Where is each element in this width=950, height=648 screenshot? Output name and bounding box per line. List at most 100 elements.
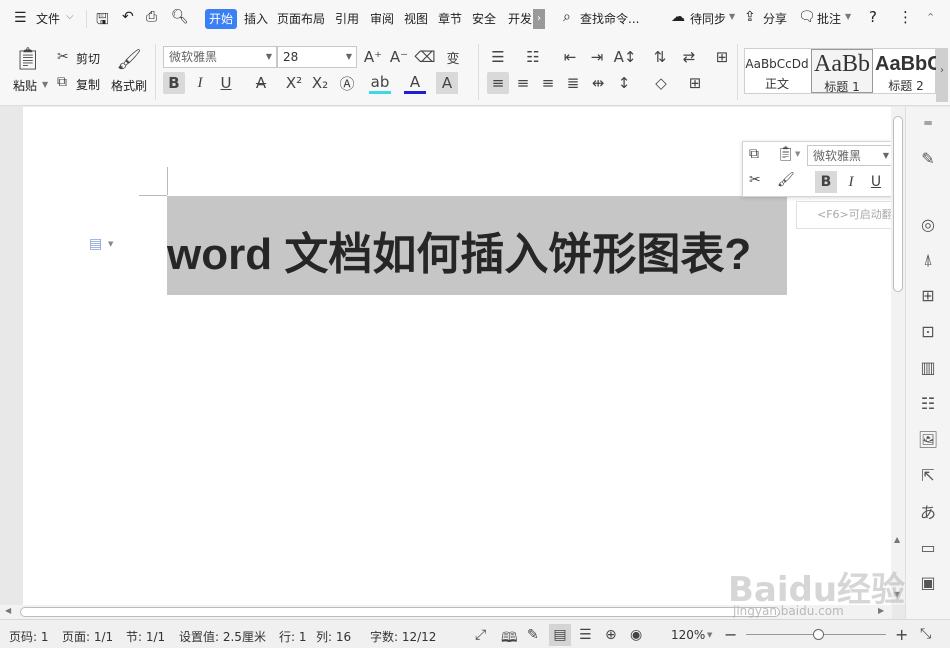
scroll-left-icon[interactable]: ◀ (5, 606, 11, 615)
decrease-indent-icon[interactable]: ⇤ (559, 46, 581, 68)
show-marks-icon[interactable]: ⇄ (678, 46, 700, 68)
settings-sliders-icon[interactable]: ☷ (912, 391, 944, 415)
status-page-count[interactable]: 页面: 1/1 (62, 628, 113, 645)
bold-icon[interactable]: B (815, 171, 837, 193)
comment-button[interactable]: 批注 (817, 10, 841, 27)
text-effect-icon[interactable]: Ⓐ (336, 72, 358, 94)
clear-format-icon[interactable]: ⌫ (414, 46, 436, 68)
table-border-icon[interactable]: ⊞ (711, 46, 733, 68)
outline-view-icon[interactable]: ☰ (579, 627, 592, 643)
reading-mode-icon[interactable]: 🕮 (501, 627, 518, 648)
paste-icon[interactable]: 📋︎ (14, 46, 42, 72)
fit-page-icon[interactable]: ⤡ (920, 626, 931, 642)
font-color-icon[interactable]: A (404, 72, 426, 94)
paste-icon[interactable]: 📋︎ (777, 146, 795, 162)
share-button[interactable]: 分享 (763, 10, 787, 27)
format-icon[interactable]: ⍋ (912, 248, 944, 272)
pane-grip-icon[interactable]: ═ (912, 111, 944, 135)
align-center-icon[interactable]: ≡ (512, 72, 534, 94)
format-painter-icon[interactable]: 🖌︎ (116, 46, 141, 72)
tab-review[interactable]: 审阅 (370, 10, 394, 27)
strikethrough-icon[interactable]: A (250, 72, 272, 94)
chevron-down-icon[interactable]: ▼ (42, 80, 48, 89)
style-icon[interactable]: ◎ (912, 212, 944, 236)
bullet-list-icon[interactable]: ☰ (487, 46, 509, 68)
status-section[interactable]: 节: 1/1 (126, 628, 165, 645)
tab-insert[interactable]: 插入 (244, 10, 268, 27)
distributed-align-icon[interactable]: ⇹ (587, 72, 609, 94)
document-title-text[interactable]: word 文档如何插入饼形图表? (167, 218, 751, 282)
sort-icon[interactable]: ⇅ (649, 46, 671, 68)
borders-icon[interactable]: ⊞ (684, 72, 706, 94)
tab-references[interactable]: 引用 (335, 10, 359, 27)
table-icon[interactable]: ⊞ (912, 283, 944, 307)
chevron-down-icon[interactable]: ▼ (108, 240, 113, 248)
tab-chapter[interactable]: 章节 (438, 10, 462, 27)
copy-icon[interactable]: ⧉ (749, 146, 759, 162)
chevron-down-icon[interactable]: ▼ (795, 150, 800, 158)
chevron-down-icon[interactable]: ⌵ (66, 11, 74, 22)
tabs-scroll-right-icon[interactable]: › (533, 9, 545, 29)
vertical-scroll-thumb[interactable] (893, 116, 903, 292)
phonetic-guide-icon[interactable]: 变 (442, 46, 464, 68)
cloud-sync-icon[interactable]: ☁ (671, 9, 685, 25)
print-preview-icon[interactable]: 🔍︎ (171, 9, 189, 25)
highlight-color-icon[interactable]: ab (369, 72, 391, 94)
more-options-button[interactable]: ⋮ (898, 8, 913, 26)
horizontal-scroll-thumb[interactable] (20, 607, 780, 617)
underline-icon[interactable]: U (215, 72, 237, 94)
save-icon[interactable]: 🖫 (96, 9, 109, 34)
archive-icon[interactable]: ▭ (912, 535, 944, 559)
bold-icon[interactable]: B (163, 72, 185, 94)
pen-icon[interactable]: ✎ (912, 146, 944, 170)
zoom-out-icon[interactable]: − (724, 625, 737, 644)
font-size-increase-icon[interactable]: A⁺ (362, 46, 384, 68)
fullscreen-icon[interactable]: ⤢ (475, 627, 486, 643)
text-direction-icon[interactable]: A↕ (614, 46, 637, 68)
tab-view[interactable]: 视图 (404, 10, 428, 27)
search-icon[interactable]: ⌕ (563, 9, 571, 25)
align-left-icon[interactable]: ≡ (487, 72, 509, 94)
cut-button[interactable]: 剪切 (76, 50, 100, 67)
copy-icon[interactable]: ⧉ (57, 74, 67, 90)
style-normal[interactable]: AaBbCcDd 正文 (745, 49, 809, 93)
italic-icon[interactable]: I (841, 171, 861, 193)
line-spacing-icon[interactable]: ↕ (613, 72, 635, 94)
page-view-icon[interactable]: ▤ (549, 624, 571, 646)
format-painter-button[interactable]: 格式刷 (111, 77, 147, 94)
eye-protection-icon[interactable]: ◉ (630, 627, 642, 643)
chevron-down-icon[interactable]: ▼ (845, 12, 851, 21)
increase-indent-icon[interactable]: ⇥ (586, 46, 608, 68)
styles-scroll-icon[interactable]: › (936, 48, 948, 102)
sync-status-button[interactable]: 待同步 (690, 10, 726, 27)
tab-developer[interactable]: 开发 (508, 10, 532, 27)
font-size-decrease-icon[interactable]: A⁻ (388, 46, 410, 68)
font-size-select[interactable]: 28 ▼ (277, 46, 357, 68)
numbered-list-icon[interactable]: ☷ (522, 46, 544, 68)
format-painter-icon[interactable]: 🖌︎ (777, 172, 795, 188)
web-view-icon[interactable]: ⊕ (605, 627, 617, 643)
shading-icon[interactable]: ◇ (650, 72, 672, 94)
picture-icon[interactable]: 🖼︎ (912, 427, 944, 451)
paste-label[interactable]: 粘贴 (13, 77, 37, 94)
copy-button[interactable]: 复制 (76, 76, 100, 93)
underline-icon[interactable]: U (866, 171, 886, 193)
status-column[interactable]: 列: 16 (316, 628, 351, 645)
zoom-slider-handle[interactable] (813, 629, 824, 640)
file-menu[interactable]: 文件 (36, 10, 60, 27)
justify-icon[interactable]: ≣ (562, 72, 584, 94)
print-icon[interactable]: ⎙ (146, 9, 157, 25)
font-name-select[interactable]: 微软雅黑 ▼ (163, 46, 277, 68)
status-word-count[interactable]: 字数: 12/12 (370, 628, 436, 645)
style-heading-2[interactable]: AaBbC 标题 2 (875, 49, 937, 93)
apps-icon[interactable]: ⊡ (912, 319, 944, 343)
mini-font-name-select[interactable]: 微软雅黑 ▼ (807, 145, 894, 166)
translate-icon[interactable]: あ (912, 499, 944, 523)
superscript-icon[interactable]: X² (283, 72, 305, 94)
status-page-number[interactable]: 页码: 1 (9, 628, 49, 645)
share-icon[interactable]: ⇪ (744, 9, 756, 25)
char-shading-icon[interactable]: A (436, 72, 458, 94)
zoom-level[interactable]: 120% (671, 628, 705, 642)
help-button[interactable]: ? (869, 8, 877, 26)
scissors-icon[interactable]: ✂ (57, 49, 69, 65)
